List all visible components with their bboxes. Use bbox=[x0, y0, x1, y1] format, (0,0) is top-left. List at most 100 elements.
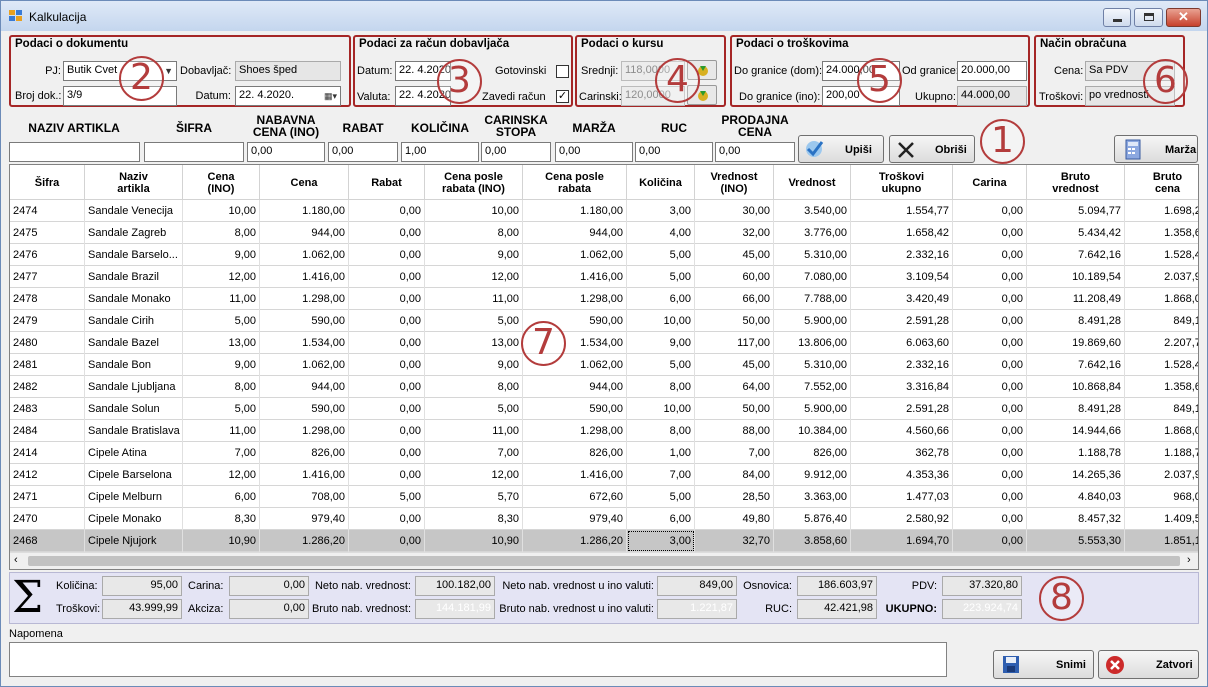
table-cell[interactable]: 3.420,49 bbox=[851, 288, 953, 310]
table-cell[interactable]: 2.591,28 bbox=[851, 398, 953, 420]
table-row[interactable]: 2478 Sandale Monako 11,00 1.298,00 0,00 11,00… bbox=[10, 288, 1198, 310]
column-header[interactable]: Bruto vrednost bbox=[1027, 165, 1125, 200]
table-cell[interactable]: 590,00 bbox=[523, 398, 627, 420]
table-cell[interactable]: 6.063,60 bbox=[851, 332, 953, 354]
table-cell[interactable]: 1.477,03 bbox=[851, 486, 953, 508]
table-cell[interactable]: Sandale Ljubljana bbox=[85, 376, 183, 398]
table-cell[interactable]: Sandale Monako bbox=[85, 288, 183, 310]
sum-neto-ino-field[interactable]: 849,00 bbox=[657, 576, 737, 596]
carinska-input[interactable]: 0,00 bbox=[481, 142, 551, 162]
table-cell[interactable]: 45,00 bbox=[695, 354, 774, 376]
table-cell[interactable]: 2.332,16 bbox=[851, 354, 953, 376]
table-cell[interactable]: 2484 bbox=[10, 420, 85, 442]
table-cell[interactable]: 0,00 bbox=[349, 266, 425, 288]
table-cell[interactable]: 0,00 bbox=[349, 530, 425, 552]
ruc-input[interactable]: 0,00 bbox=[635, 142, 713, 162]
table-cell[interactable]: 64,00 bbox=[695, 376, 774, 398]
table-cell[interactable]: Cipele Monako bbox=[85, 508, 183, 530]
table-cell[interactable]: 9,00 bbox=[183, 354, 260, 376]
table-cell[interactable]: 1.188,78 bbox=[1027, 442, 1125, 464]
sum-osnovica-field[interactable]: 186.603,97 bbox=[797, 576, 877, 596]
table-cell[interactable]: 11,00 bbox=[183, 420, 260, 442]
sum-bruto-ino-field[interactable]: 1.221,87 bbox=[657, 599, 737, 619]
sum-neto-field[interactable]: 100.182,00 bbox=[415, 576, 495, 596]
table-cell[interactable]: 11,00 bbox=[425, 288, 523, 310]
table-cell[interactable]: 0,00 bbox=[953, 486, 1027, 508]
sifra-input[interactable] bbox=[144, 142, 244, 162]
table-cell[interactable]: 0,00 bbox=[349, 376, 425, 398]
sum-kolicina-field[interactable]: 95,00 bbox=[102, 576, 182, 596]
sum-akciza-field[interactable]: 0,00 bbox=[229, 599, 309, 619]
table-cell[interactable]: 7,00 bbox=[425, 442, 523, 464]
table-cell[interactable]: 2470 bbox=[10, 508, 85, 530]
table-cell[interactable]: 2480 bbox=[10, 332, 85, 354]
table-cell[interactable]: 2476 bbox=[10, 244, 85, 266]
table-cell[interactable]: 8,00 bbox=[425, 222, 523, 244]
table-cell[interactable]: 5,00 bbox=[627, 486, 695, 508]
table-cell[interactable]: 32,00 bbox=[695, 222, 774, 244]
table-cell[interactable]: 88,00 bbox=[695, 420, 774, 442]
table-cell[interactable]: 5,70 bbox=[425, 486, 523, 508]
table-cell[interactable]: 0,00 bbox=[349, 200, 425, 222]
table-cell[interactable]: 672,60 bbox=[523, 486, 627, 508]
table-cell[interactable]: 826,00 bbox=[523, 442, 627, 464]
kolicina-input[interactable]: 1,00 bbox=[401, 142, 479, 162]
table-cell[interactable]: 5,00 bbox=[349, 486, 425, 508]
table-cell[interactable]: 2482 bbox=[10, 376, 85, 398]
table-cell[interactable]: 11,00 bbox=[425, 420, 523, 442]
table-cell[interactable]: 1.658,42 bbox=[851, 222, 953, 244]
table-cell[interactable]: 1.298,00 bbox=[523, 420, 627, 442]
table-cell[interactable]: 590,00 bbox=[260, 310, 349, 332]
table-cell[interactable]: 0,00 bbox=[953, 222, 1027, 244]
table-cell[interactable]: 1.868,08 bbox=[1125, 288, 1198, 310]
table-cell[interactable]: 0,00 bbox=[349, 464, 425, 486]
table-cell[interactable]: 5.094,77 bbox=[1027, 200, 1125, 222]
table-cell[interactable]: 0,00 bbox=[349, 222, 425, 244]
table-cell[interactable]: 1.180,00 bbox=[523, 200, 627, 222]
table-cell[interactable]: 10.189,54 bbox=[1027, 266, 1125, 288]
sum-ukupno-field[interactable]: 223.924,74 bbox=[942, 599, 1022, 619]
table-cell[interactable]: 50,00 bbox=[695, 310, 774, 332]
table-cell[interactable]: 8.491,28 bbox=[1027, 310, 1125, 332]
table-cell[interactable]: 8,00 bbox=[183, 222, 260, 244]
table-cell[interactable]: 0,00 bbox=[953, 420, 1027, 442]
table-cell[interactable]: 849,13 bbox=[1125, 310, 1198, 332]
table-cell[interactable]: 10,00 bbox=[183, 200, 260, 222]
table-cell[interactable]: 7,00 bbox=[627, 464, 695, 486]
table-cell[interactable]: Sandale Bazel bbox=[85, 332, 183, 354]
table-cell[interactable]: 0,00 bbox=[953, 508, 1027, 530]
zavedi-checkbox[interactable]: ✓ bbox=[556, 90, 569, 103]
table-cell[interactable]: 5,00 bbox=[425, 310, 523, 332]
table-cell[interactable]: 2.207,73 bbox=[1125, 332, 1198, 354]
table-row[interactable]: 2468 Cipele Njujork 10,90 1.286,20 0,00 10,90… bbox=[10, 530, 1198, 552]
table-cell[interactable]: 1.298,00 bbox=[260, 288, 349, 310]
table-cell[interactable]: 10,00 bbox=[627, 398, 695, 420]
table-cell[interactable]: 0,00 bbox=[349, 244, 425, 266]
table-cell[interactable]: 0,00 bbox=[349, 508, 425, 530]
table-cell[interactable]: 13,00 bbox=[183, 332, 260, 354]
table-cell[interactable]: 0,00 bbox=[953, 464, 1027, 486]
table-row[interactable]: 2484 Sandale Bratislava 11,00 1.298,00 0,00 1… bbox=[10, 420, 1198, 442]
table-cell[interactable]: 2481 bbox=[10, 354, 85, 376]
table-row[interactable]: 2474 Sandale Venecija 10,00 1.180,00 0,00 10,… bbox=[10, 200, 1198, 222]
table-cell[interactable]: 11,00 bbox=[183, 288, 260, 310]
horizontal-scrollbar[interactable]: ‹ › bbox=[10, 552, 1198, 569]
table-cell[interactable]: Sandale Cirih bbox=[85, 310, 183, 332]
table-cell[interactable]: 3,00 bbox=[627, 530, 695, 552]
table-cell[interactable]: 14.944,66 bbox=[1027, 420, 1125, 442]
table-cell[interactable]: 0,00 bbox=[953, 310, 1027, 332]
table-cell[interactable]: Sandale Solun bbox=[85, 398, 183, 420]
table-cell[interactable]: 1.851,10 bbox=[1125, 530, 1198, 552]
table-cell[interactable]: 5,00 bbox=[627, 354, 695, 376]
table-cell[interactable]: 5.876,40 bbox=[774, 508, 851, 530]
table-cell[interactable]: Cipele Atina bbox=[85, 442, 183, 464]
table-cell[interactable]: 590,00 bbox=[260, 398, 349, 420]
marza-button[interactable]: Marža bbox=[1114, 135, 1198, 163]
table-cell[interactable]: 10,90 bbox=[183, 530, 260, 552]
table-cell[interactable]: 13,00 bbox=[425, 332, 523, 354]
obrisi-button[interactable]: Obriši bbox=[889, 135, 975, 163]
table-cell[interactable]: 2477 bbox=[10, 266, 85, 288]
table-cell[interactable]: 30,00 bbox=[695, 200, 774, 222]
table-cell[interactable]: 45,00 bbox=[695, 244, 774, 266]
table-cell[interactable]: 944,00 bbox=[523, 376, 627, 398]
